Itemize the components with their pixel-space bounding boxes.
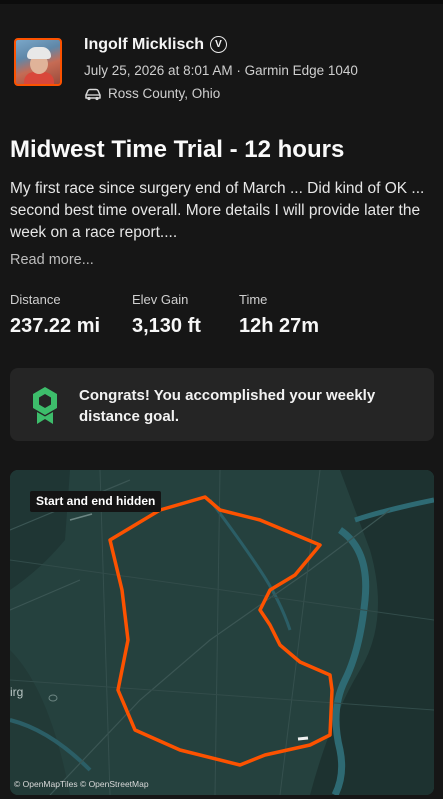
stat-label: Distance	[10, 292, 61, 307]
goal-achievement-banner[interactable]: Congrats! You accomplished your weekly d…	[10, 368, 434, 441]
stat-label: Time	[239, 292, 268, 307]
avatar[interactable]	[14, 38, 62, 86]
activity-title[interactable]: Midwest Time Trial - 12 hours	[10, 136, 344, 164]
car-icon	[85, 88, 101, 101]
activity-header: Ingolf Micklisch V July 25, 2026 at 8:01 …	[14, 36, 434, 106]
stat-label: Elev Gain	[132, 292, 189, 307]
stat-value: 12h 27m	[239, 315, 320, 337]
goal-message: Congrats! You accomplished your weekly d…	[79, 387, 376, 425]
stat-elev-gain: Elev Gain 3,130 ft	[132, 292, 201, 338]
status-bar-edge	[0, 0, 443, 4]
achievement-badge-icon	[33, 387, 57, 424]
privacy-chip: Start and end hidden	[30, 491, 162, 512]
route-map[interactable]: Start and end hidden irg © OpenMapTiles …	[10, 470, 434, 795]
verified-icon: V	[210, 36, 228, 53]
stat-value: 3,130 ft	[132, 315, 201, 337]
stat-distance: Distance 237.22 mi	[10, 292, 100, 338]
read-more-link[interactable]: Read more...	[10, 252, 94, 268]
activity-location-row: Ross County, Ohio	[84, 86, 220, 101]
map-place-label: irg	[10, 685, 24, 699]
stat-time: Time 12h 27m	[239, 292, 319, 338]
map-attribution[interactable]: © OpenMapTiles © OpenStreetMap	[14, 779, 149, 789]
stat-value: 237.22 mi	[10, 315, 101, 337]
athlete-name[interactable]: Ingolf Micklisch	[84, 36, 204, 53]
activity-description: My first race since surgery end of March…	[10, 180, 425, 241]
activity-date-device: July 25, 2026 at 8:01 AM · Garmin Edge 1…	[84, 63, 358, 78]
location-label: Ross County, Ohio	[108, 86, 221, 101]
athlete-name-row[interactable]: Ingolf Micklisch V	[84, 36, 228, 54]
map-background	[10, 470, 434, 795]
